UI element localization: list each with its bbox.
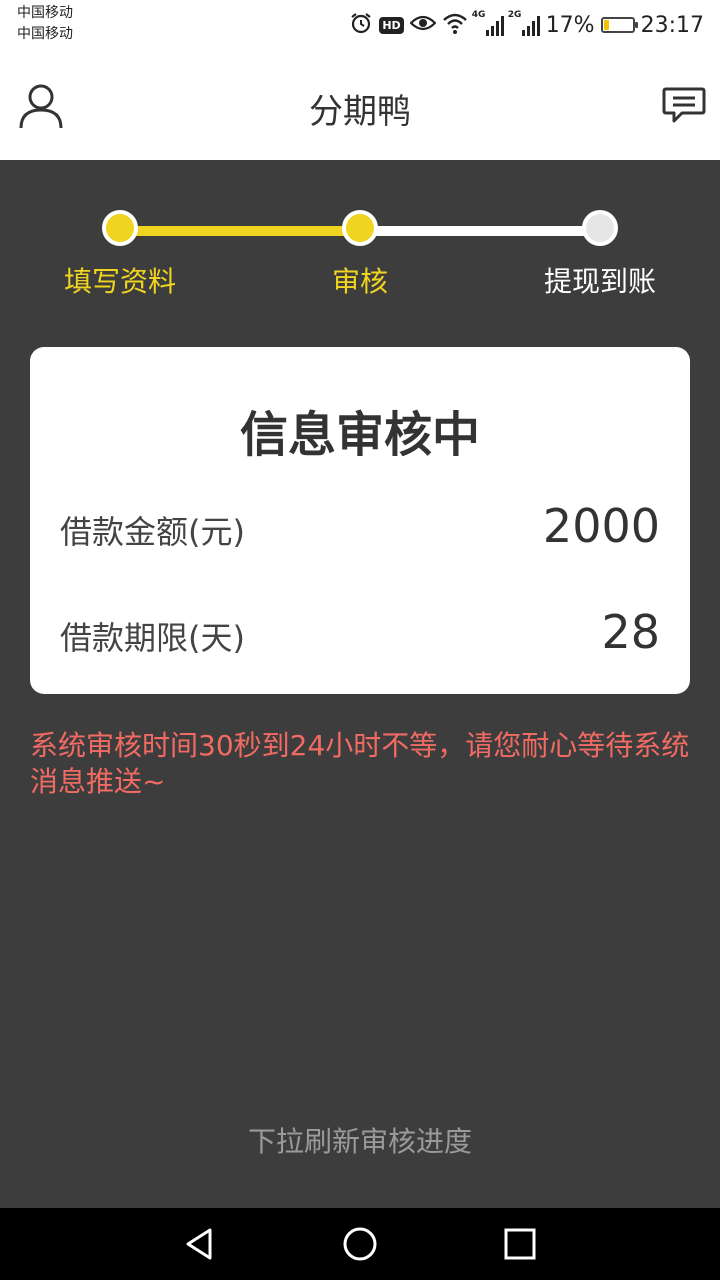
review-notice-text: 系统审核时间30秒到24小时不等，请您耐心等待系统消息推送~ [30,729,690,798]
status-bar: 中国移动 中国移动 HD 4G 2G 17% 23:17 [0,0,720,56]
alarm-clock-icon [349,11,373,39]
page-title: 分期鸭 [309,92,411,132]
step-label-withdraw: 提现到账 [543,265,656,298]
hd-badge: HD [379,16,404,34]
loan-term-value: 28 [601,605,660,659]
network-type-4g: 4G [471,10,486,20]
progress-line-pending [360,226,600,236]
network-type-2g: 2G [507,10,522,20]
card-title: 信息审核中 [239,407,480,463]
messages-button[interactable] [662,86,706,126]
loan-amount-label: 借款金额(元) [60,513,245,551]
eye-icon [409,13,437,37]
step-dot-review [342,210,378,246]
loan-term-label: 借款期限(天) [60,619,245,657]
signal-2g-icon: 2G [508,10,540,36]
review-status-card: 信息审核中 借款金额(元) 2000 借款期限(天) 28 [30,347,690,694]
battery-icon [600,17,638,33]
recents-square-icon [504,1228,536,1260]
pull-to-refresh-hint: 下拉刷新审核进度 [247,1125,472,1158]
status-indicators: HD 4G 2G 17% 23:17 [349,10,704,40]
app-header: 分期鸭 [0,56,720,160]
step-dot-withdraw [582,210,618,246]
nav-back-button[interactable] [182,1226,218,1262]
clock-time: 23:17 [640,12,704,38]
system-nav-bar [0,1208,720,1280]
back-triangle-icon [186,1228,212,1260]
loan-amount-value: 2000 [542,499,660,553]
message-icon [662,87,706,123]
progress-line-complete [120,226,360,236]
step-dot-fill-info [102,210,138,246]
wifi-icon [442,12,468,38]
nav-recents-button[interactable] [502,1226,538,1262]
battery-percent: 17% [545,12,595,38]
nav-home-button[interactable] [342,1226,378,1262]
step-label-review: 审核 [331,265,388,298]
carrier-label-2: 中国移动 [17,26,73,42]
battery-level-fill [603,20,609,30]
home-circle-icon [343,1227,377,1261]
carrier-label-1: 中国移动 [17,5,73,21]
progress-stepper: 填写资料 审核 提现到账 [0,210,720,310]
step-label-fill-info: 填写资料 [63,265,176,298]
signal-4g-icon: 4G [472,10,504,36]
